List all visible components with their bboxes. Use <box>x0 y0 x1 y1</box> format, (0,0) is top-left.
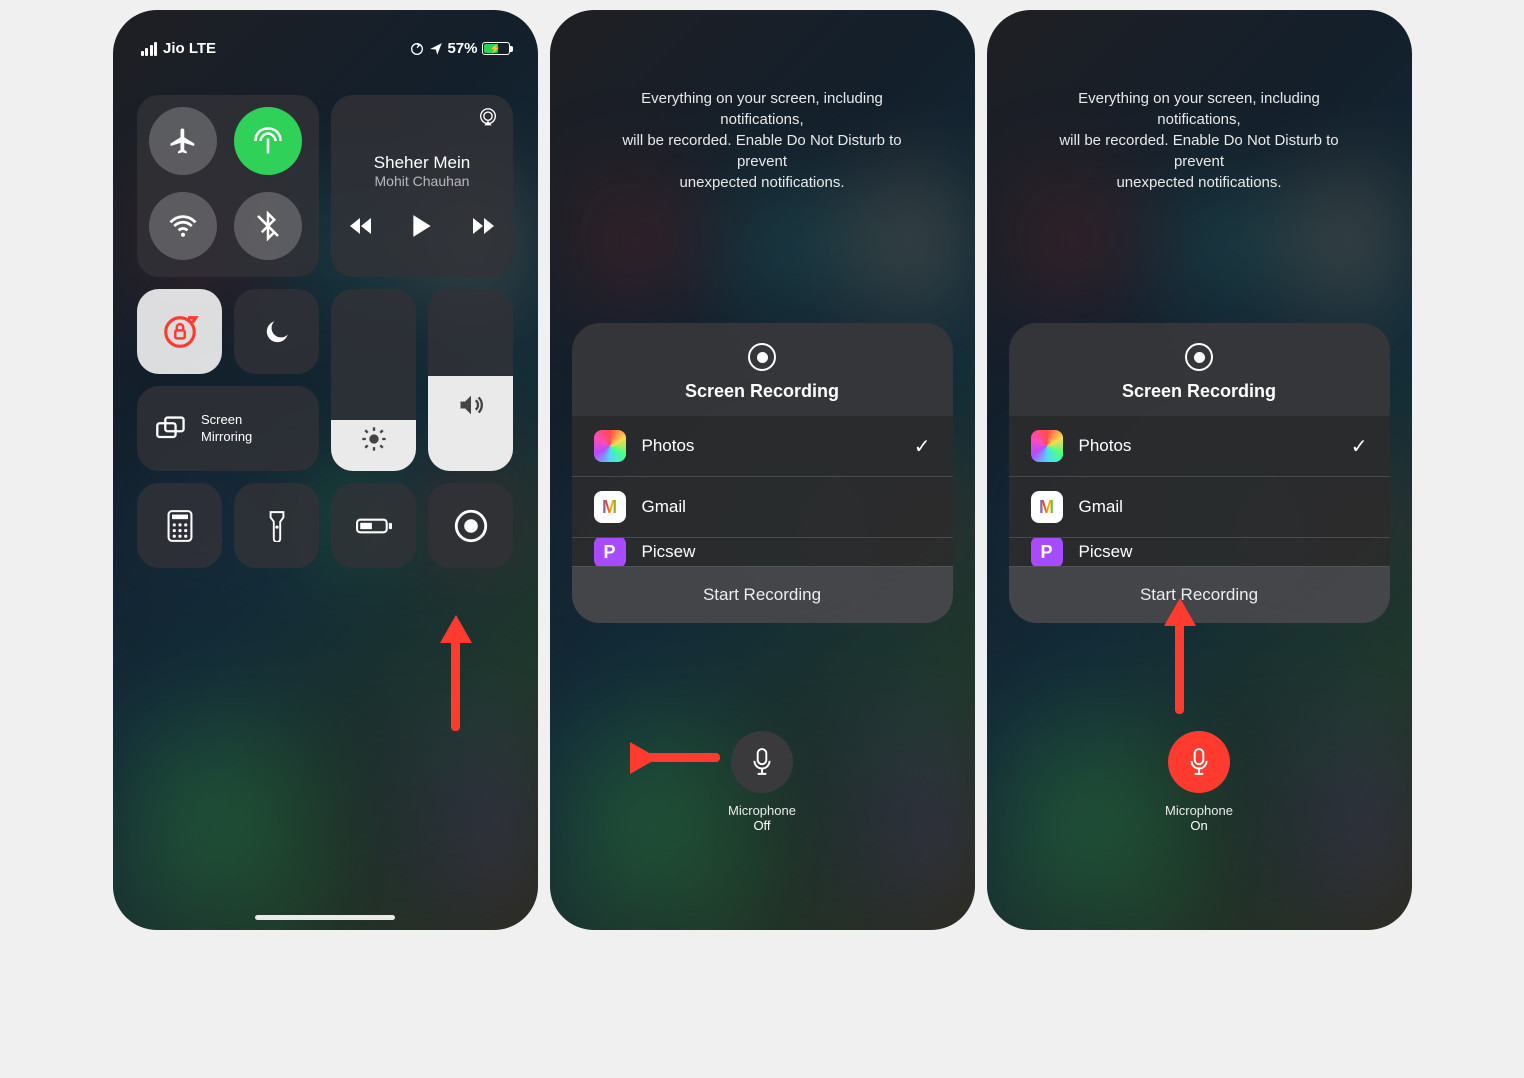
microphone-label: Microphone <box>572 803 953 818</box>
airplane-mode-toggle[interactable] <box>149 107 217 175</box>
battery-percent: 57% <box>447 40 477 57</box>
screenshot-control-center: Jio LTE 57% ⚡ Sheher <box>113 10 538 930</box>
photos-app-icon <box>594 430 626 462</box>
calculator-button[interactable] <box>137 483 222 568</box>
microphone-toggle[interactable] <box>1168 731 1230 793</box>
screen-mirroring-icon <box>155 415 187 443</box>
recording-sheet: Screen Recording Photos ✓ Gmail P Picsew… <box>572 323 953 623</box>
flashlight-button[interactable] <box>234 483 319 568</box>
carrier-label: Jio LTE <box>163 40 216 57</box>
screen-record-button[interactable] <box>428 483 513 568</box>
brightness-slider[interactable] <box>331 289 416 471</box>
record-destination-option[interactable]: P Picsew <box>572 537 953 566</box>
record-icon <box>1185 343 1213 371</box>
low-power-icon <box>356 516 392 536</box>
option-label: Gmail <box>1079 497 1123 517</box>
play-button[interactable] <box>410 213 434 239</box>
bluetooth-toggle[interactable] <box>234 192 302 260</box>
gmail-app-icon <box>1031 491 1063 523</box>
option-label: Gmail <box>642 497 686 517</box>
record-destination-option[interactable]: P Picsew <box>1009 537 1390 566</box>
screenshot-recording-mic-off: Everything on your screen, including not… <box>550 10 975 930</box>
home-indicator[interactable] <box>255 915 395 920</box>
orientation-lock-toggle[interactable] <box>137 289 222 374</box>
flashlight-icon <box>268 510 286 542</box>
low-power-mode-button[interactable] <box>331 483 416 568</box>
option-label: Picsew <box>1079 542 1133 562</box>
screen-mirroring-label: Screen Mirroring <box>201 412 252 445</box>
brightness-icon <box>360 425 388 453</box>
record-destination-option[interactable]: Photos ✓ <box>572 416 953 476</box>
option-label: Picsew <box>642 542 696 562</box>
airplay-icon[interactable] <box>477 107 499 129</box>
volume-slider[interactable] <box>428 289 513 471</box>
status-bar: Jio LTE 57% ⚡ <box>135 10 516 57</box>
option-label: Photos <box>1079 436 1132 456</box>
microphone-toggle[interactable] <box>731 731 793 793</box>
music-track-artist: Mohit Chauhan <box>375 173 470 189</box>
photos-app-icon <box>1031 430 1063 462</box>
app-icon: P <box>1031 537 1063 566</box>
record-icon <box>454 509 488 543</box>
record-destination-option[interactable]: Photos ✓ <box>1009 416 1390 476</box>
gmail-app-icon <box>594 491 626 523</box>
microphone-icon <box>750 748 774 776</box>
battery-icon: ⚡ <box>482 42 510 55</box>
music-track-title: Sheher Mein <box>374 153 470 173</box>
connectivity-module[interactable] <box>137 95 319 277</box>
screen-mirroring-button[interactable]: Screen Mirroring <box>137 386 319 471</box>
signal-bars-icon <box>141 42 158 56</box>
wifi-toggle[interactable] <box>149 192 217 260</box>
recording-info-text: Everything on your screen, including not… <box>572 10 953 193</box>
microphone-state: Off <box>572 818 953 833</box>
app-icon: P <box>594 537 626 566</box>
checkmark-icon: ✓ <box>1351 434 1368 459</box>
do-not-disturb-toggle[interactable] <box>234 289 319 374</box>
record-icon <box>748 343 776 371</box>
start-recording-button[interactable]: Start Recording <box>1009 566 1390 623</box>
record-destination-option[interactable]: Gmail <box>1009 476 1390 537</box>
microphone-icon <box>1187 748 1211 776</box>
microphone-label: Microphone <box>1009 803 1390 818</box>
rotation-lock-status-icon <box>409 41 425 57</box>
music-module[interactable]: Sheher Mein Mohit Chauhan <box>331 95 513 277</box>
previous-track-button[interactable] <box>348 216 374 236</box>
option-label: Photos <box>642 436 695 456</box>
recording-sheet: Screen Recording Photos ✓ Gmail P Picsew… <box>1009 323 1390 623</box>
record-destination-option[interactable]: Gmail <box>572 476 953 537</box>
checkmark-icon: ✓ <box>914 434 931 459</box>
cellular-data-toggle[interactable] <box>234 107 302 175</box>
sheet-title: Screen Recording <box>1009 381 1390 402</box>
location-icon <box>429 42 443 56</box>
next-track-button[interactable] <box>470 216 496 236</box>
recording-info-text: Everything on your screen, including not… <box>1009 10 1390 193</box>
screenshot-recording-mic-on: Everything on your screen, including not… <box>987 10 1412 930</box>
calculator-icon <box>167 510 193 542</box>
start-recording-button[interactable]: Start Recording <box>572 566 953 623</box>
sheet-title: Screen Recording <box>572 381 953 402</box>
microphone-state: On <box>1009 818 1390 833</box>
moon-icon <box>261 316 293 348</box>
volume-icon <box>457 391 485 419</box>
